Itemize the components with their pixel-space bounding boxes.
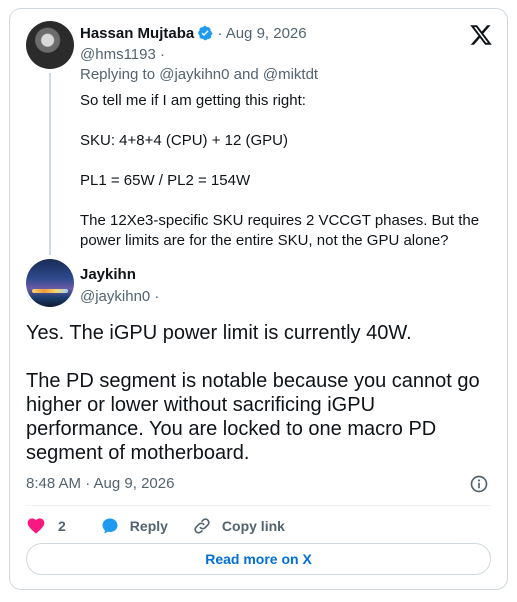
replying-user-link[interactable]: @miktdt xyxy=(263,66,318,83)
verified-badge-icon xyxy=(198,25,213,41)
copy-link-button[interactable]: Copy link xyxy=(192,516,285,536)
tweet-paragraph: SKU: 4+8+4 (CPU) + 12 (GPU) xyxy=(80,132,288,149)
tweet-timestamp[interactable]: 8:48 AM · Aug 9, 2026 xyxy=(26,474,174,494)
tweet-paragraph: The 12Xe3-specific SKU requires 2 VCCGT … xyxy=(80,212,480,249)
copy-link-label: Copy link xyxy=(221,518,285,534)
thread-connector-line xyxy=(49,73,51,255)
heart-icon xyxy=(27,518,45,534)
tweet-paragraph: The PD segment is notable because you ca… xyxy=(26,370,480,464)
replying-to-line: Replying to @jaykihn0 and @miktdt xyxy=(80,65,318,85)
avatar-jaykihn[interactable] xyxy=(26,259,74,307)
replying-user-link[interactable]: @jaykihn0 xyxy=(159,66,229,83)
replying-and: and xyxy=(229,66,263,83)
parent-tweet-text: So tell me if I am getting this right: S… xyxy=(80,91,480,271)
read-more-button[interactable]: Read more on X xyxy=(26,543,491,575)
replying-prefix: Replying to xyxy=(80,66,160,83)
reply-label: Reply xyxy=(129,518,168,534)
author-handle[interactable]: @jaykihn0 · xyxy=(80,287,159,307)
avatar-hassan-mujtaba[interactable] xyxy=(26,21,74,69)
author-name[interactable]: Hassan Mujtaba xyxy=(80,25,194,42)
link-icon xyxy=(194,518,210,534)
like-count: 2 xyxy=(58,518,66,534)
divider xyxy=(26,505,491,506)
tweet-date[interactable]: · Aug 9, 2026 xyxy=(217,25,306,42)
like-button[interactable]: 2 xyxy=(26,516,76,536)
info-icon[interactable] xyxy=(469,474,489,494)
tweet-paragraph: PL1 = 65W / PL2 = 154W xyxy=(80,172,251,189)
reply-icon xyxy=(102,518,118,534)
tweet-actions: 2 Reply Copy link xyxy=(26,513,309,539)
x-logo-icon[interactable] xyxy=(469,23,493,47)
tweet-embed-card: Hassan Mujtaba · Aug 9, 2026 @hms1193 · … xyxy=(9,8,508,590)
main-tweet-text: Yes. The iGPU power limit is currently 4… xyxy=(26,321,496,489)
author-handle[interactable]: @hms1193 · xyxy=(80,45,165,65)
tweet-paragraph: So tell me if I am getting this right: xyxy=(80,92,306,109)
tweet-paragraph: Yes. The iGPU power limit is currently 4… xyxy=(26,322,412,344)
reply-button[interactable]: Reply xyxy=(100,516,168,536)
author-name[interactable]: Jaykihn xyxy=(80,265,136,285)
parent-tweet-header: Hassan Mujtaba · Aug 9, 2026 xyxy=(80,24,307,44)
